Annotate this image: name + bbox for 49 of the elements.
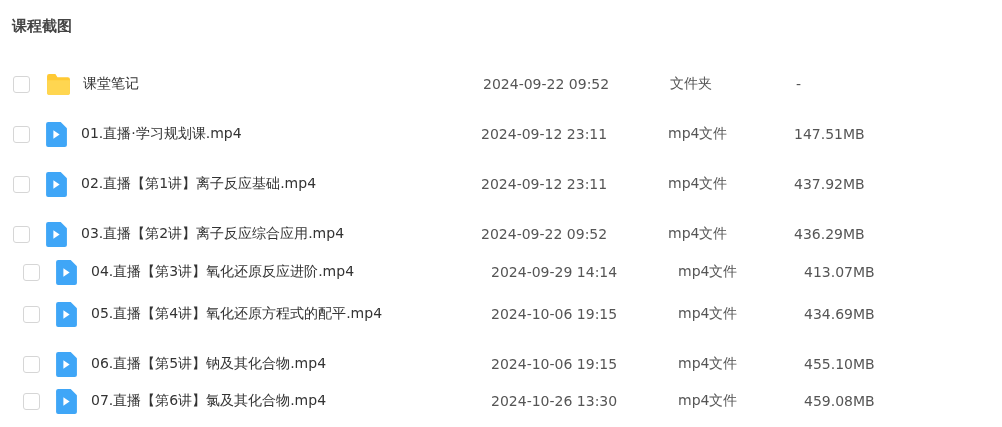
file-size: 436.29MB <box>794 226 865 242</box>
video-file-icon <box>56 259 77 285</box>
checkbox[interactable] <box>23 392 40 410</box>
file-type: 文件夹 <box>670 75 713 93</box>
file-name[interactable]: 01.直播·学习规划课.mp4 <box>81 125 481 143</box>
file-name[interactable]: 05.直播【第4讲】氧化还原方程式的配平.mp4 <box>91 305 491 323</box>
modified-date: 2024-10-06 19:15 <box>491 306 619 322</box>
file-name[interactable]: 03.直播【第2讲】离子反应综合应用.mp4 <box>81 225 481 243</box>
checkbox[interactable] <box>13 225 30 243</box>
file-size: - <box>796 76 802 92</box>
video-file-icon <box>56 351 77 377</box>
video-file-icon <box>46 221 67 247</box>
file-type: mp4文件 <box>668 125 729 143</box>
file-size: 434.69MB <box>804 306 875 322</box>
section-title: 课程截图 <box>10 16 73 37</box>
checkbox[interactable] <box>13 75 30 93</box>
video-file-icon <box>56 388 77 414</box>
file-type: mp4文件 <box>678 305 739 323</box>
file-type: mp4文件 <box>678 392 739 410</box>
video-file-icon <box>46 171 67 197</box>
modified-date: 2024-09-12 23:11 <box>481 176 609 192</box>
file-type: mp4文件 <box>668 225 729 243</box>
checkbox[interactable] <box>13 175 30 193</box>
file-name[interactable]: 07.直播【第6讲】氯及其化合物.mp4 <box>91 392 491 410</box>
checkbox[interactable] <box>13 125 30 143</box>
file-size: 437.92MB <box>794 176 865 192</box>
file-type: mp4文件 <box>668 175 729 193</box>
modified-date: 2024-09-29 14:14 <box>491 264 619 280</box>
file-size: 455.10MB <box>804 356 875 372</box>
file-type: mp4文件 <box>678 263 739 281</box>
file-size: 413.07MB <box>804 264 875 280</box>
file-size: 459.08MB <box>804 393 875 409</box>
checkbox[interactable] <box>23 355 40 373</box>
file-name[interactable]: 02.直播【第1讲】离子反应基础.mp4 <box>81 175 481 193</box>
modified-date: 2024-10-06 19:15 <box>491 356 619 372</box>
video-file-icon <box>56 301 77 327</box>
checkbox[interactable] <box>23 305 40 323</box>
file-size: 147.51MB <box>794 126 865 142</box>
checkbox[interactable] <box>23 263 40 281</box>
file-name[interactable]: 04.直播【第3讲】氧化还原反应进阶.mp4 <box>91 263 491 281</box>
file-name[interactable]: 课堂笔记 <box>83 75 483 93</box>
modified-date: 2024-09-22 09:52 <box>483 76 611 92</box>
file-type: mp4文件 <box>678 355 739 373</box>
modified-date: 2024-09-22 09:52 <box>481 226 609 242</box>
modified-date: 2024-10-26 13:30 <box>491 393 619 409</box>
modified-date: 2024-09-12 23:11 <box>481 126 609 142</box>
video-file-icon <box>46 121 67 147</box>
file-name[interactable]: 06.直播【第5讲】钠及其化合物.mp4 <box>91 355 491 373</box>
folder-icon <box>46 72 71 96</box>
